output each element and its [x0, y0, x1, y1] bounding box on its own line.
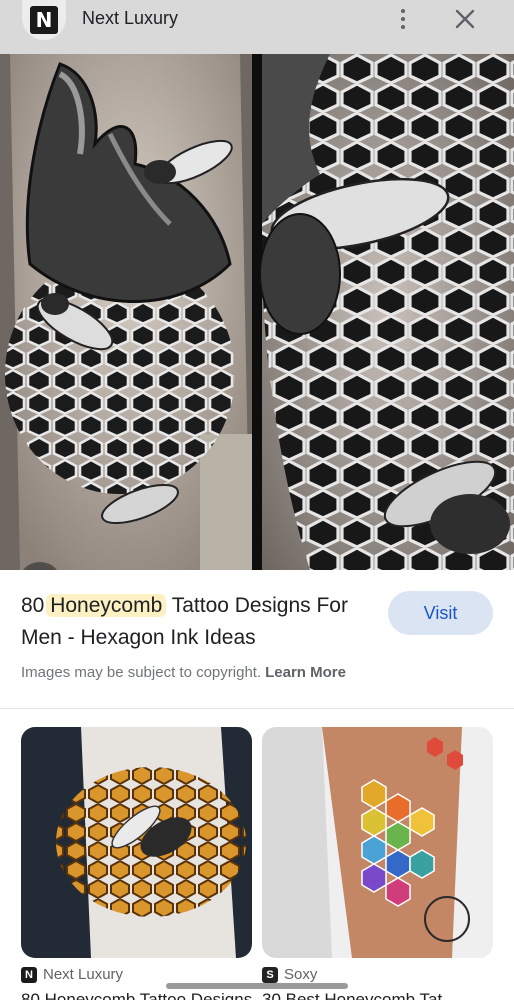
soxy-icon: S: [262, 966, 278, 983]
more-vert-icon[interactable]: [392, 6, 414, 32]
related-title-2[interactable]: 30 Best Honeycomb Tat: [262, 990, 493, 1000]
related-image-1[interactable]: [21, 727, 252, 958]
main-image[interactable]: [0, 54, 514, 570]
section-divider: [0, 708, 514, 709]
home-indicator[interactable]: [166, 983, 348, 989]
site-name[interactable]: Next Luxury: [82, 8, 178, 29]
copyright-text: Images may be subject to copyright.: [21, 664, 262, 681]
title-highlight: Honeycomb: [46, 594, 167, 617]
close-icon[interactable]: [452, 6, 478, 32]
result-info: 80 Honeycomb Tattoo Designs For Men - He…: [0, 570, 514, 708]
related-source-2[interactable]: S Soxy: [262, 966, 317, 983]
related-source-name: Soxy: [284, 966, 318, 983]
related-title-1[interactable]: 80 Honeycomb Tattoo Designs For Men: [21, 990, 252, 1000]
related-source-1[interactable]: N Next Luxury: [21, 966, 123, 983]
learn-more-link[interactable]: Learn More: [265, 664, 346, 681]
site-logo[interactable]: N: [22, 0, 66, 40]
related-source-name: Next Luxury: [43, 966, 124, 983]
copyright-notice: Images may be subject to copyright. Learn…: [21, 664, 346, 681]
related-image-2[interactable]: [262, 727, 493, 958]
viewer-header: N Next Luxury: [0, 0, 514, 54]
result-title[interactable]: 80 Honeycomb Tattoo Designs For Men - He…: [21, 590, 371, 654]
site-logo-letter: N: [30, 6, 58, 34]
visit-button[interactable]: Visit: [388, 591, 493, 635]
next-luxury-icon: N: [21, 966, 37, 983]
